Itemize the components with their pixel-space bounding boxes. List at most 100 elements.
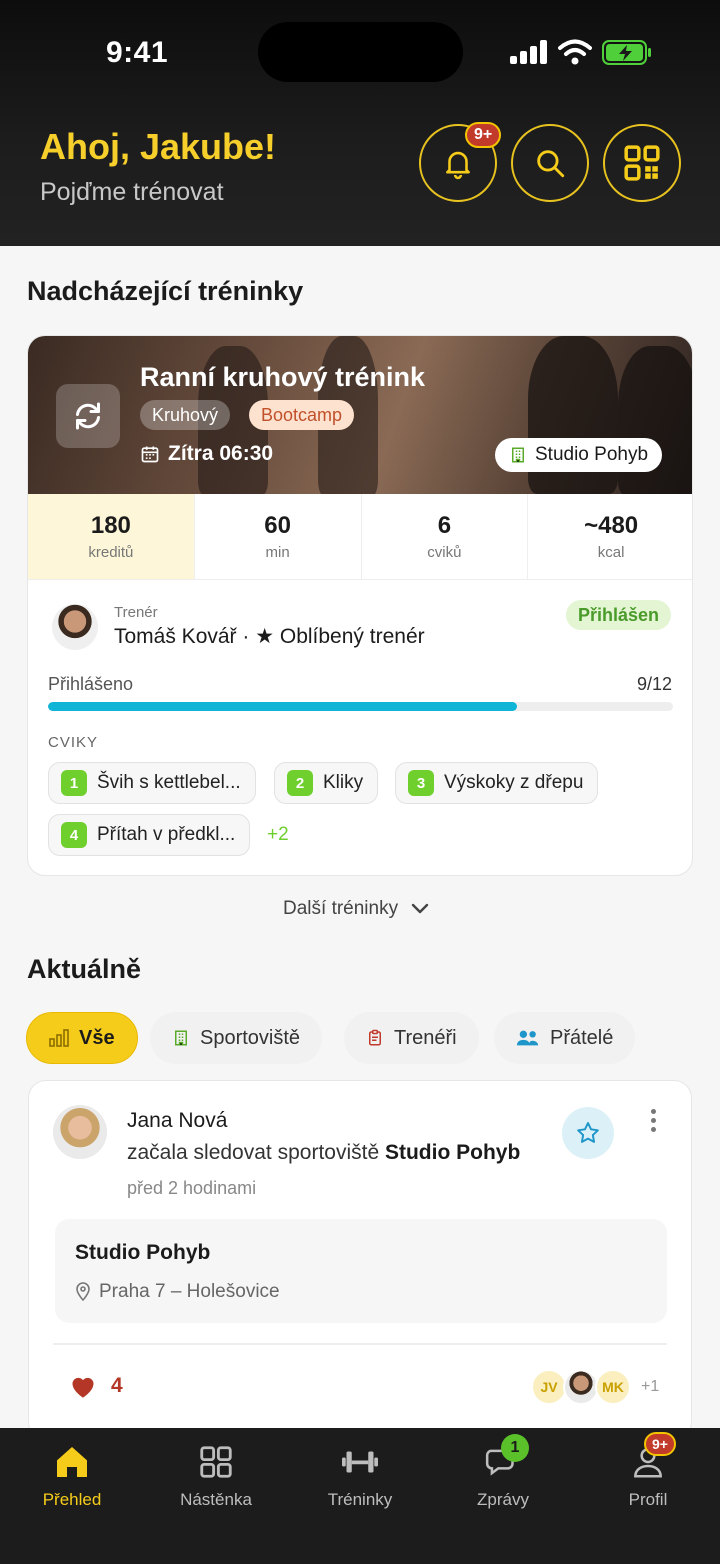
greeting-subtitle: Pojďme trénovat	[40, 178, 224, 206]
battery-icon	[602, 40, 651, 65]
filter-all[interactable]: Vše	[26, 1012, 138, 1064]
exercise-chip[interactable]: 4 Přítah v předkl...	[48, 814, 251, 856]
dynamic-island	[258, 22, 463, 82]
venue-card[interactable]: Studio Pohyb Praha 7 – Holešovice	[55, 1219, 667, 1323]
nav-messages[interactable]: 1 Zprávy	[443, 1434, 563, 1510]
capacity-label: Přihlášeno	[48, 674, 134, 694]
avatar	[563, 1369, 599, 1405]
nav-board[interactable]: Nástěnka	[156, 1440, 276, 1510]
clipboard-icon	[369, 1029, 381, 1046]
tag-circuit: Kruhový	[140, 400, 231, 430]
stat-value: ~480	[584, 512, 639, 539]
post-time: před 2 hodinami	[127, 1178, 257, 1198]
profile-badge: 9+	[644, 1432, 676, 1456]
bottom-navigation: Přehled Nástěnka Tréninky 1 Zprávy 9+ Pr…	[0, 1428, 720, 1564]
location-pin-icon	[76, 1282, 90, 1302]
studio-chip[interactable]: Studio Pohyb	[495, 438, 663, 472]
notifications-button[interactable]: 9+	[419, 122, 502, 202]
feed-section-title: Aktuálně	[27, 954, 142, 984]
favorite-button[interactable]	[562, 1107, 614, 1159]
exercise-name: Přítah v předkl...	[97, 824, 236, 845]
upcoming-training-card[interactable]: Ranní kruhový trénink Kruhový Bootcamp Z…	[27, 335, 693, 876]
signal-icon	[510, 40, 548, 64]
stat-duration: 60 min	[195, 494, 362, 579]
status-time: 9:41	[106, 36, 169, 69]
exercises-more[interactable]: +2	[267, 824, 289, 846]
more-options-icon[interactable]	[649, 1109, 657, 1139]
stat-label: cviků	[427, 544, 462, 561]
venue-location: Praha 7 – Holešovice	[75, 1281, 280, 1303]
exercise-chip[interactable]: 1 Švih s kettlebel...	[48, 762, 256, 804]
exercise-name: Výskoky z dřepu	[444, 772, 584, 793]
filter-friends[interactable]: Přátelé	[494, 1012, 636, 1064]
search-icon	[537, 150, 565, 178]
repeat-icon	[56, 384, 120, 448]
tag-bootcamp: Bootcamp	[249, 400, 355, 430]
nav-overview[interactable]: Přehled	[12, 1440, 132, 1510]
star-icon	[577, 1122, 599, 1143]
participant-avatars[interactable]: JV MK +1	[531, 1367, 660, 1407]
training-stats: 180 kreditů 60 min 6 cviků ~480 kcal	[28, 494, 692, 580]
search-button[interactable]	[511, 124, 589, 202]
like-button[interactable]: 4	[69, 1373, 123, 1399]
capacity-progress-bar	[48, 702, 673, 711]
training-title: Ranní kruhový trénink	[140, 362, 426, 392]
notifications-badge: 9+	[465, 122, 502, 148]
filter-label: Trenéři	[394, 1026, 457, 1049]
exercise-number: 1	[61, 770, 87, 796]
trainer-name[interactable]: Tomáš Kovář · ★ Oblíbený trenér	[114, 624, 425, 649]
training-hero: Ranní kruhový trénink Kruhový Bootcamp Z…	[28, 336, 692, 494]
calendar-icon	[141, 446, 159, 463]
filter-label: Přátelé	[550, 1026, 614, 1049]
building-icon	[175, 1030, 187, 1046]
exercise-number: 4	[61, 822, 87, 848]
qr-code-button[interactable]	[603, 124, 681, 202]
post-target[interactable]: Studio Pohyb	[385, 1141, 520, 1164]
exercises-label: CVIKY	[48, 734, 99, 751]
heart-icon	[72, 1377, 94, 1398]
nav-label: Profil	[628, 1490, 668, 1509]
filter-label: Vše	[79, 1026, 115, 1049]
exercise-number: 2	[287, 770, 313, 796]
trainer-label: Trenér	[114, 604, 158, 621]
venue-location-text: Praha 7 – Holešovice	[99, 1281, 280, 1302]
avatar: JV	[531, 1369, 567, 1405]
stat-value: 180	[90, 512, 131, 539]
dumbbell-icon	[342, 1451, 378, 1473]
stat-label: min	[265, 544, 290, 561]
filter-label: Sportoviště	[200, 1026, 301, 1049]
exercise-chip[interactable]: 3 Výskoky z dřepu	[395, 762, 599, 804]
stat-label: kreditů	[88, 544, 134, 561]
greeting-title: Ahoj, Jakube!	[40, 126, 277, 167]
home-icon	[57, 1447, 87, 1477]
app-header: 9:41 Ahoj, Jakube! Pojďme trénovat 9+	[0, 0, 720, 246]
filter-venues[interactable]: Sportoviště	[150, 1012, 323, 1064]
exercise-chip[interactable]: 2 Kliky	[274, 762, 379, 804]
stat-value: 60	[264, 512, 291, 539]
messages-badge: 1	[501, 1434, 529, 1462]
nav-trainings[interactable]: Tréninky	[300, 1440, 420, 1510]
nav-label: Tréninky	[327, 1490, 393, 1509]
more-trainings-button[interactable]: Další tréninky	[283, 898, 430, 920]
post-author[interactable]: Jana Nová	[127, 1109, 227, 1133]
stat-calories: ~480 kcal	[528, 494, 692, 579]
capacity-progress-fill	[48, 702, 517, 711]
like-count: 4	[111, 1374, 123, 1397]
feed-post[interactable]: Jana Nová začala sledovat sportoviště St…	[28, 1080, 692, 1440]
filter-trainers[interactable]: Trenéři	[344, 1012, 479, 1064]
nav-label: Nástěnka	[180, 1490, 252, 1509]
registered-badge: Přihlášen	[566, 600, 672, 630]
venue-name: Studio Pohyb	[75, 1241, 211, 1264]
exercise-number: 3	[408, 770, 434, 796]
training-date: Zítra 06:30	[140, 442, 273, 466]
nav-profile[interactable]: 9+ Profil	[588, 1432, 708, 1510]
stat-exercises: 6 cviků	[362, 494, 529, 579]
status-bar: 9:41	[0, 0, 720, 100]
author-avatar[interactable]	[53, 1105, 107, 1159]
nav-label: Přehled	[42, 1490, 102, 1509]
avatars-more: +1	[641, 1378, 660, 1395]
capacity-value: 9/12	[636, 674, 672, 694]
trainer-avatar[interactable]	[52, 604, 98, 650]
more-trainings-label: Další tréninky	[283, 898, 399, 919]
avatar: MK	[595, 1369, 631, 1405]
